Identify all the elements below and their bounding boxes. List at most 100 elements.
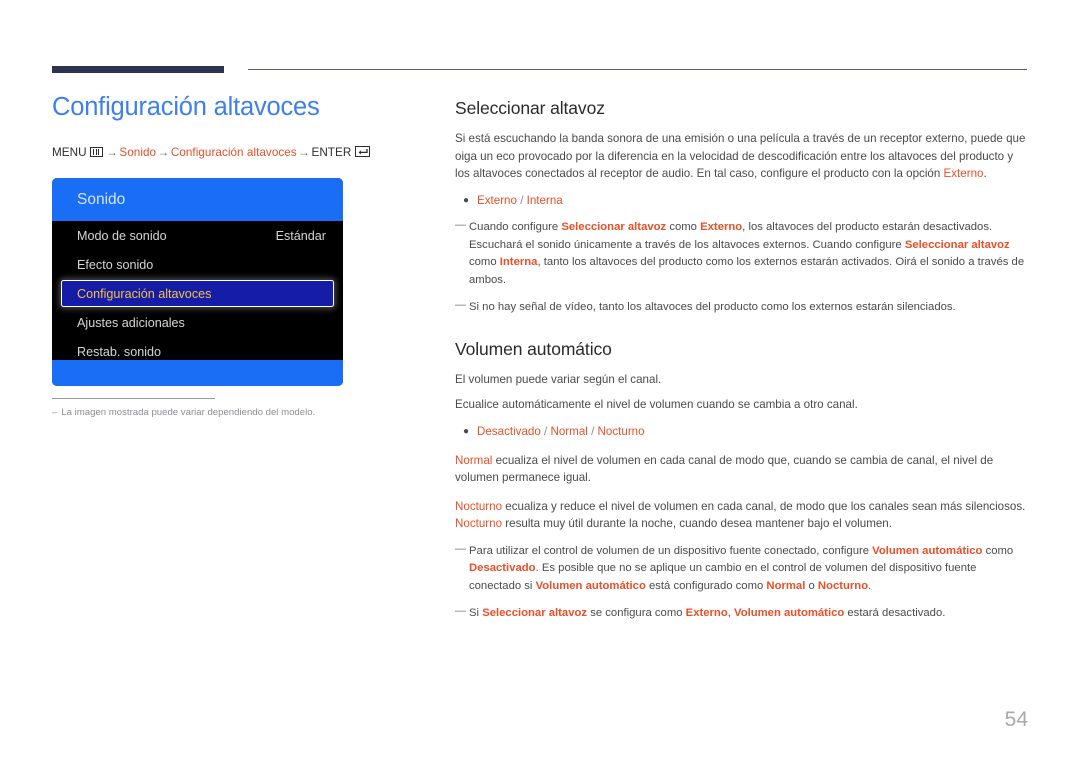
breadcrumb-enter-label: ENTER	[311, 145, 352, 159]
osd-row-label: Efecto sonido	[77, 257, 154, 272]
figure-caption: ‒ La imagen mostrada puede variar dependi…	[52, 407, 352, 418]
caption-dash: ‒	[52, 407, 58, 418]
note-term-volumen-automatico: Volumen automático	[872, 544, 983, 557]
note-term-externo: Externo	[700, 221, 743, 234]
note-p5: , tanto los altavoces del producto como …	[469, 256, 1025, 286]
bullet-text: Externo / Interna	[477, 192, 563, 210]
menu-bars-icon	[89, 146, 103, 157]
bullet-volumen-automatico-options: ● Desactivado / Normal / Nocturno	[455, 423, 1027, 441]
bullet-seleccionar-altavoz-options: ● Externo / Interna	[455, 192, 1027, 210]
note-term-seleccionar-altavoz-2: Seleccionar altavoz	[904, 238, 1010, 251]
note-p1: Si	[469, 607, 483, 620]
osd-row-label: Restab. sonido	[77, 344, 162, 359]
option-nocturno: Nocturno	[597, 425, 645, 439]
breadcrumb-item-sonido[interactable]: Sonido	[119, 146, 156, 159]
section-title-seleccionar-altavoz: Seleccionar altavoz	[455, 98, 605, 118]
osd-row-label: Modo de sonido	[77, 228, 167, 243]
intro-text-c: .	[983, 167, 987, 181]
intro-text-a: Si está escuchando la banda sonora de un…	[455, 132, 1026, 181]
paragraph-normal: Normal ecualiza el nivel de volumen en c…	[455, 452, 1027, 487]
breadcrumb-arrow-1: →	[106, 145, 118, 159]
right-column: Seleccionar altavoz Si está escuchando l…	[455, 98, 1027, 623]
note-volumen-automatico-1: — Para utilizar el control de volumen de…	[455, 543, 1027, 596]
paragraph-volumen-automatico-2: Ecualice automáticamente el nivel de vol…	[455, 398, 858, 412]
note-dash-icon: —	[455, 299, 466, 312]
note-dash-icon: —	[455, 219, 466, 232]
osd-row-restab-sonido[interactable]: Restab. sonido	[52, 337, 343, 366]
osd-row-modo-de-sonido[interactable]: Modo de sonido Estándar	[52, 221, 343, 250]
note-text: Si no hay señal de vídeo, tanto los alta…	[469, 301, 956, 314]
note-text: Si Seleccionar altavoz se configura como…	[469, 605, 1027, 623]
intro-term-externo: Externo	[943, 167, 984, 181]
note-p4: está configurado como	[645, 579, 767, 592]
option-separator: /	[516, 193, 527, 207]
breadcrumb-arrow-3: →	[298, 145, 310, 159]
note-p5: o	[805, 579, 818, 592]
page-number: 54	[1004, 708, 1028, 731]
paragraph-seleccionar-altavoz-intro: Si está escuchando la banda sonora de un…	[455, 130, 1027, 183]
figure-caption-block: ‒ La imagen mostrada puede variar dependi…	[52, 398, 352, 418]
note-p4: estará desactivado.	[844, 607, 946, 620]
note-p1: Para utilizar el control de volumen de u…	[469, 544, 873, 557]
note-term-seleccionar-altavoz: Seleccionar altavoz	[561, 221, 667, 234]
osd-menu-mock: Sonido Modo de sonido Estándar Efecto so…	[52, 178, 343, 386]
nocturno-text-2: resulta muy útil durante la noche, cuand…	[502, 517, 892, 531]
breadcrumb-menu-label: MENU	[52, 145, 87, 159]
term-nocturno-2: Nocturno	[455, 517, 503, 531]
note-term-volumen-automatico: Volumen automático	[734, 607, 845, 620]
left-column: Configuración altavoces MENU → Sonido → Conf…	[52, 92, 428, 159]
note-dash-icon: —	[455, 605, 466, 618]
note-term-nocturno: Nocturno	[817, 579, 869, 592]
osd-header: Sonido	[52, 178, 343, 221]
breadcrumb-arrow-2: →	[157, 145, 170, 159]
bullet-text: Desactivado / Normal / Nocturno	[477, 423, 645, 441]
note-seleccionar-altavoz-1: — Cuando configure Seleccionar altavoz c…	[455, 219, 1027, 289]
note-term-normal: Normal	[766, 579, 806, 592]
normal-text: ecualiza el nivel de volumen en cada can…	[455, 453, 994, 485]
nocturno-text-1: ecualiza y reduce el nivel de volumen en…	[502, 499, 1026, 513]
osd-body: Modo de sonido Estándar Efecto sonido Co…	[52, 221, 343, 360]
note-term-interna: Interna	[499, 256, 538, 269]
note-term-externo: Externo	[685, 607, 728, 620]
caption-text: La imagen mostrada puede variar dependie…	[61, 407, 316, 418]
option-interna: Interna	[526, 193, 563, 207]
note-p2: se configura como	[587, 607, 686, 620]
paragraph-volumen-automatico-1: El volumen puede variar según el canal.	[455, 372, 662, 386]
osd-row-efecto-sonido[interactable]: Efecto sonido	[52, 250, 343, 279]
osd-row-ajustes-adicionales[interactable]: Ajustes adicionales	[52, 308, 343, 337]
paragraph-nocturno: Nocturno ecualiza y reduce el nivel de v…	[455, 498, 1027, 533]
page-title: Configuración altavoces	[52, 93, 320, 121]
note-text: Cuando configure Seleccionar altavoz com…	[469, 219, 1027, 289]
note-term-desactivado: Desactivado	[469, 562, 536, 575]
option-normal: Normal	[550, 425, 588, 439]
option-desactivado: Desactivado	[477, 425, 541, 439]
note-p1: Cuando configure	[469, 221, 562, 234]
bullet-dot-icon: ●	[462, 426, 470, 438]
option-externo: Externo	[477, 193, 517, 207]
note-volumen-automatico-2: — Si Seleccionar altavoz se configura co…	[455, 605, 1027, 623]
note-dash-icon: —	[455, 542, 466, 555]
note-text: Para utilizar el control de volumen de u…	[469, 543, 1027, 596]
section-title-volumen-automatico: Volumen automático	[455, 338, 612, 359]
enter-return-icon	[355, 146, 371, 158]
header-rule-thick	[52, 66, 224, 73]
note-p4: como	[469, 256, 500, 269]
option-separator-2: /	[587, 425, 598, 439]
header-rule-thin	[248, 69, 1027, 71]
osd-row-label: Ajustes adicionales	[77, 315, 185, 330]
header-rule	[52, 66, 1027, 74]
osd-row-value: Estándar	[275, 228, 326, 243]
term-nocturno-1: Nocturno	[455, 499, 503, 513]
note-term-volumen-automatico-2: Volumen automático	[535, 579, 646, 592]
note-p2: como	[982, 544, 1014, 557]
osd-row-label: Configuración altavoces	[77, 286, 212, 301]
note-p6: .	[868, 579, 872, 592]
osd-row-configuracion-altavoces[interactable]: Configuración altavoces	[61, 280, 334, 307]
term-normal: Normal	[455, 453, 493, 467]
bullet-dot-icon: ●	[462, 194, 470, 206]
breadcrumb: MENU → Sonido → Configuración altavoces → ENTE…	[52, 146, 428, 159]
breadcrumb-item-configuracion-altavoces[interactable]: Configuración altavoces	[171, 146, 297, 159]
note-p2: como	[666, 221, 701, 234]
caption-rule	[52, 398, 215, 399]
note-seleccionar-altavoz-2: — Si no hay señal de vídeo, tanto los al…	[455, 299, 1027, 317]
